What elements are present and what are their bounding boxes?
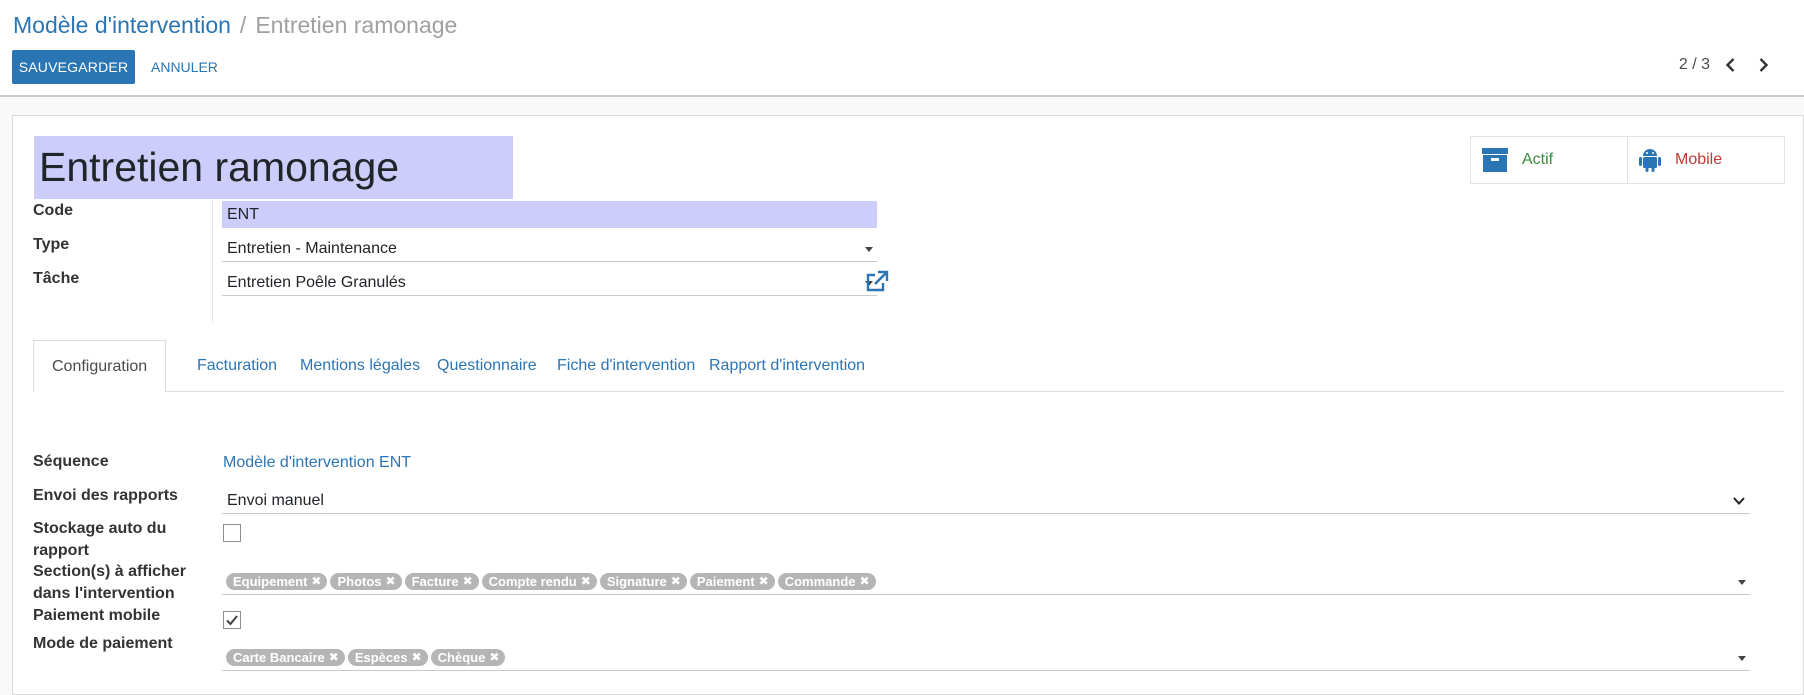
tag-remove-icon[interactable]: ✖ [412,649,422,666]
tag-signature: Signature ✖ [599,572,687,590]
breadcrumb-parent-link[interactable]: Modèle d'intervention [13,12,231,38]
type-select[interactable]: Entretien - Maintenance [222,235,877,262]
field-divider [212,201,213,323]
type-value: Entretien - Maintenance [227,240,397,257]
android-icon [1639,149,1661,172]
envoi-select[interactable]: Envoi manuel [222,487,1750,514]
tag-remove-icon[interactable]: ✖ [311,573,321,590]
tab-facturation[interactable]: Facturation [179,340,295,392]
breadcrumb-current: Entretien ramonage [255,12,458,38]
envoi-label: Envoi des rapports [33,487,178,504]
tag-remove-icon[interactable]: ✖ [759,573,769,590]
sections-label-line2: dans l'intervention [33,585,175,602]
code-input[interactable]: ENT [222,201,877,228]
breadcrumb-separator: / [239,12,247,38]
notebook-tabs: Configuration Facturation Mentions légal… [33,340,1784,393]
type-label: Type [33,236,70,253]
tag-equipement: Equipement ✖ [226,572,328,590]
smart-button-actif[interactable]: Actif [1470,136,1628,184]
mode-paiement-label: Mode de paiement [33,635,173,652]
stockage-label-line1: Stockage auto du [33,520,167,537]
tache-label: Tâche [33,270,80,287]
tag-facture: Facture ✖ [404,572,479,590]
breadcrumb: Modèle d'intervention / Entretien ramonage [13,10,457,40]
caret-down-icon [865,247,873,252]
mode-paiement-tags-field[interactable]: Carte Bancaire ✖ Espèces ✖ Chèque ✖ [222,644,1750,671]
caret-down-icon [1738,580,1746,585]
pager: 2 / 3 [1679,54,1774,76]
archive-icon [1482,148,1508,172]
stockage-label-line2: rapport [33,542,89,559]
smart-button-mobile-label: Mobile [1675,151,1723,168]
caret-down-icon [1738,656,1746,661]
sections-label-line1: Section(s) à afficher [33,563,186,580]
control-panel: Modèle d'intervention / Entretien ramonage… [0,0,1804,97]
envoi-value: Envoi manuel [227,492,324,509]
tag-especes: Espèces ✖ [347,648,428,666]
tag-photos: Photos ✖ [330,572,402,590]
tag-commande: Commande ✖ [777,572,876,590]
stockage-checkbox[interactable] [223,524,241,542]
tag-remove-icon[interactable]: ✖ [386,573,396,590]
tab-mentions-legales[interactable]: Mentions légales [282,340,438,392]
code-label: Code [33,202,73,219]
tag-cheque: Chèque ✖ [430,648,506,666]
tag-remove-icon[interactable]: ✖ [489,649,499,666]
pager-value[interactable]: 2 / 3 [1679,56,1710,74]
tab-fiche-intervention[interactable]: Fiche d'intervention [539,340,713,392]
tache-value: Entretien Poêle Granulés [227,274,406,291]
form-sheet: Entretien ramonage Actif Mobile Code Typ… [12,115,1804,695]
sections-tags-field[interactable]: Equipement ✖ Photos ✖ Facture ✖ Compte rend… [222,568,1750,595]
tab-configuration[interactable]: Configuration [33,340,167,393]
sequence-link[interactable]: Modèle d'intervention ENT [223,454,411,472]
save-button[interactable]: SAUVEGARDER [12,50,135,84]
tag-remove-icon[interactable]: ✖ [581,573,591,590]
chevron-down-icon [1733,497,1745,505]
tag-remove-icon[interactable]: ✖ [860,573,870,590]
tag-paiement: Paiement ✖ [689,572,775,590]
tag-compte-rendu: Compte rendu ✖ [481,572,597,590]
tag-carte-bancaire: Carte Bancaire ✖ [226,648,345,666]
tag-remove-icon[interactable]: ✖ [329,649,339,666]
external-link-icon[interactable] [865,270,889,294]
tag-remove-icon[interactable]: ✖ [463,573,473,590]
tag-remove-icon[interactable]: ✖ [671,573,681,590]
chevron-left-icon[interactable] [1720,54,1742,76]
smart-button-mobile[interactable]: Mobile [1627,136,1785,184]
smart-button-actif-label: Actif [1522,151,1554,168]
paiement-mobile-checkbox[interactable] [223,611,241,629]
tab-rapport-intervention[interactable]: Rapport d'intervention [691,340,883,392]
record-title-input[interactable]: Entretien ramonage [34,136,513,199]
tache-select[interactable]: Entretien Poêle Granulés [222,269,877,296]
sequence-label: Séquence [33,453,109,470]
paiement-mobile-label: Paiement mobile [33,607,161,624]
tab-questionnaire[interactable]: Questionnaire [419,340,555,392]
chevron-right-icon[interactable] [1752,54,1774,76]
cancel-button[interactable]: ANNULER [143,50,226,84]
checkmark-icon [226,615,238,626]
